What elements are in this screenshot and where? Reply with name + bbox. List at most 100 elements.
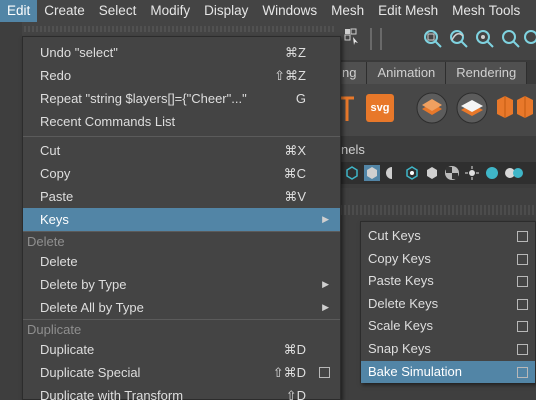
menu-edit[interactable]: Edit <box>0 0 38 22</box>
snap-grid-icon[interactable] <box>422 28 444 48</box>
tab-rendering[interactable]: Rendering <box>446 62 528 84</box>
plane-icon[interactable] <box>456 92 488 124</box>
shortcut-label: ⌘Z <box>285 45 306 60</box>
cube-icon[interactable] <box>496 92 514 122</box>
shortcut-label: ⇧D <box>285 388 306 400</box>
menu-item-delete-by-type[interactable]: Delete by Type ▶ <box>23 273 340 296</box>
ao-icon[interactable] <box>504 165 524 181</box>
shortcut-label: G <box>295 91 306 106</box>
menu-item-label: Duplicate Special <box>40 365 141 380</box>
menu-windows[interactable]: Windows <box>255 0 324 22</box>
keys-submenu: Cut Keys Copy Keys Paste Keys Delete Key… <box>360 221 536 384</box>
option-box-icon[interactable] <box>517 276 528 288</box>
menu-item-redo[interactable]: Redo ⇧⌘Z <box>23 64 340 87</box>
shelf-tab-bar: ng Animation Rendering <box>336 60 536 84</box>
menu-item-label: Duplicate with Transform <box>40 388 184 400</box>
submenu-item-scale-keys[interactable]: Scale Keys <box>361 315 535 338</box>
menu-item-label: Paste <box>40 189 74 204</box>
shelf-area: svg <box>336 84 536 136</box>
option-box-icon[interactable] <box>319 367 330 378</box>
menu-item-recent-commands[interactable]: Recent Commands List <box>23 110 340 133</box>
menu-mesh-tools[interactable]: Mesh Tools <box>445 0 527 22</box>
menu-item-label: Delete <box>40 254 78 269</box>
option-box-icon[interactable] <box>517 298 528 310</box>
menu-item-label: Recent Commands List <box>40 114 176 129</box>
menu-item-label: Cut <box>40 143 61 158</box>
submenu-arrow-icon: ▶ <box>322 302 329 312</box>
menu-item-label: Undo "select" <box>40 45 118 60</box>
menu-item-label: Repeat "string $layers[]={"Cheer"..." <box>40 91 247 106</box>
menu-item-label: Keys <box>40 212 69 227</box>
menu-mesh[interactable]: Mesh <box>324 0 371 22</box>
snap-curve-icon[interactable] <box>448 28 470 48</box>
menu-item-label: Delete All by Type <box>40 300 144 315</box>
menu-item-label: Paste Keys <box>368 273 434 289</box>
menu-item-paste[interactable]: Paste ⌘V <box>23 185 340 208</box>
status-toolbar <box>336 22 536 60</box>
submenu-item-bake-simulation[interactable]: Bake Simulation <box>361 360 535 384</box>
menu-item-duplicate-special[interactable]: Duplicate Special ⇧⌘D <box>23 361 340 384</box>
tab-animation[interactable]: Animation <box>367 62 447 84</box>
isolate-icon[interactable] <box>404 165 420 181</box>
option-box-icon[interactable] <box>517 253 528 265</box>
submenu-item-delete-keys[interactable]: Delete Keys <box>361 293 535 316</box>
menu-item-delete[interactable]: Delete <box>23 250 340 273</box>
menu-item-label: Redo <box>40 68 72 83</box>
menu-item-keys[interactable]: Keys ▶ <box>23 208 340 231</box>
menu-item-cut[interactable]: Cut ⌘X <box>23 139 340 162</box>
submenu-item-paste-keys[interactable]: Paste Keys <box>361 270 535 293</box>
camera-icon[interactable] <box>344 165 360 181</box>
edit-menu-dropdown: Undo "select" ⌘Z Redo ⇧⌘Z Repeat "string… <box>22 36 341 400</box>
menu-edit-mesh[interactable]: Edit Mesh <box>371 0 445 22</box>
panels-menu-label[interactable]: nels <box>341 142 365 157</box>
snap-point-icon[interactable] <box>474 28 496 48</box>
option-box-icon[interactable] <box>517 366 528 378</box>
section-header-duplicate: Duplicate <box>23 319 340 338</box>
menu-item-label: Duplicate <box>40 342 95 357</box>
smooth-icon[interactable] <box>424 165 440 181</box>
submenu-item-copy-keys[interactable]: Copy Keys <box>361 248 535 271</box>
shortcut-label: ⌘V <box>284 189 306 204</box>
left-toolbox <box>0 22 22 400</box>
menu-item-label: Snap Keys <box>368 340 431 356</box>
menu-select[interactable]: Select <box>92 0 144 22</box>
menu-item-label: Bake Simulation <box>368 363 462 379</box>
menu-item-repeat[interactable]: Repeat "string $layers[]={"Cheer"..." G <box>23 87 340 110</box>
submenu-item-cut-keys[interactable]: Cut Keys <box>361 225 535 248</box>
menu-item-label: Delete by Type <box>40 277 127 292</box>
move-icon[interactable] <box>344 28 360 46</box>
wireframe-icon[interactable] <box>364 165 380 181</box>
snap-view-icon[interactable] <box>500 28 522 48</box>
menu-item-label: Delete Keys <box>368 295 439 311</box>
menu-item-duplicate-with-transform[interactable]: Duplicate with Transform ⇧D <box>23 384 340 400</box>
menu-item-delete-all-by-type[interactable]: Delete All by Type ▶ <box>23 296 340 319</box>
option-box-icon[interactable] <box>517 231 528 242</box>
shaded-icon[interactable] <box>384 165 400 181</box>
panel-grip <box>336 205 536 215</box>
menu-item-label: Cut Keys <box>368 228 421 243</box>
submenu-arrow-icon: ▶ <box>322 279 329 289</box>
menu-item-duplicate[interactable]: Duplicate ⌘D <box>23 338 340 361</box>
menu-item-copy[interactable]: Copy ⌘C <box>23 162 340 185</box>
submenu-arrow-icon: ▶ <box>322 214 329 224</box>
svg-icon[interactable]: svg <box>366 94 394 122</box>
menu-display[interactable]: Display <box>197 0 255 22</box>
shortcut-label: ⇧⌘Z <box>274 68 306 83</box>
option-box-icon[interactable] <box>517 343 528 355</box>
menu-item-undo[interactable]: Undo "select" ⌘Z <box>23 41 340 64</box>
light-icon[interactable] <box>464 165 480 181</box>
shortcut-label: ⌘D <box>283 342 306 357</box>
menu-modify[interactable]: Modify <box>143 0 197 22</box>
shadow-icon[interactable] <box>484 165 500 181</box>
shortcut-label: ⌘C <box>283 166 306 181</box>
menu-item-label: Copy Keys <box>368 250 431 266</box>
menu-separator <box>23 136 340 137</box>
checker-icon[interactable] <box>444 165 460 181</box>
submenu-item-snap-keys[interactable]: Snap Keys <box>361 338 535 361</box>
snap-surface-icon[interactable] <box>522 28 536 48</box>
cube-icon[interactable] <box>516 92 534 122</box>
menu-bar: Edit Create Select Modify Display Window… <box>0 0 536 22</box>
polygon-icon[interactable] <box>416 92 448 124</box>
option-box-icon[interactable] <box>517 321 528 333</box>
menu-create[interactable]: Create <box>37 0 92 22</box>
